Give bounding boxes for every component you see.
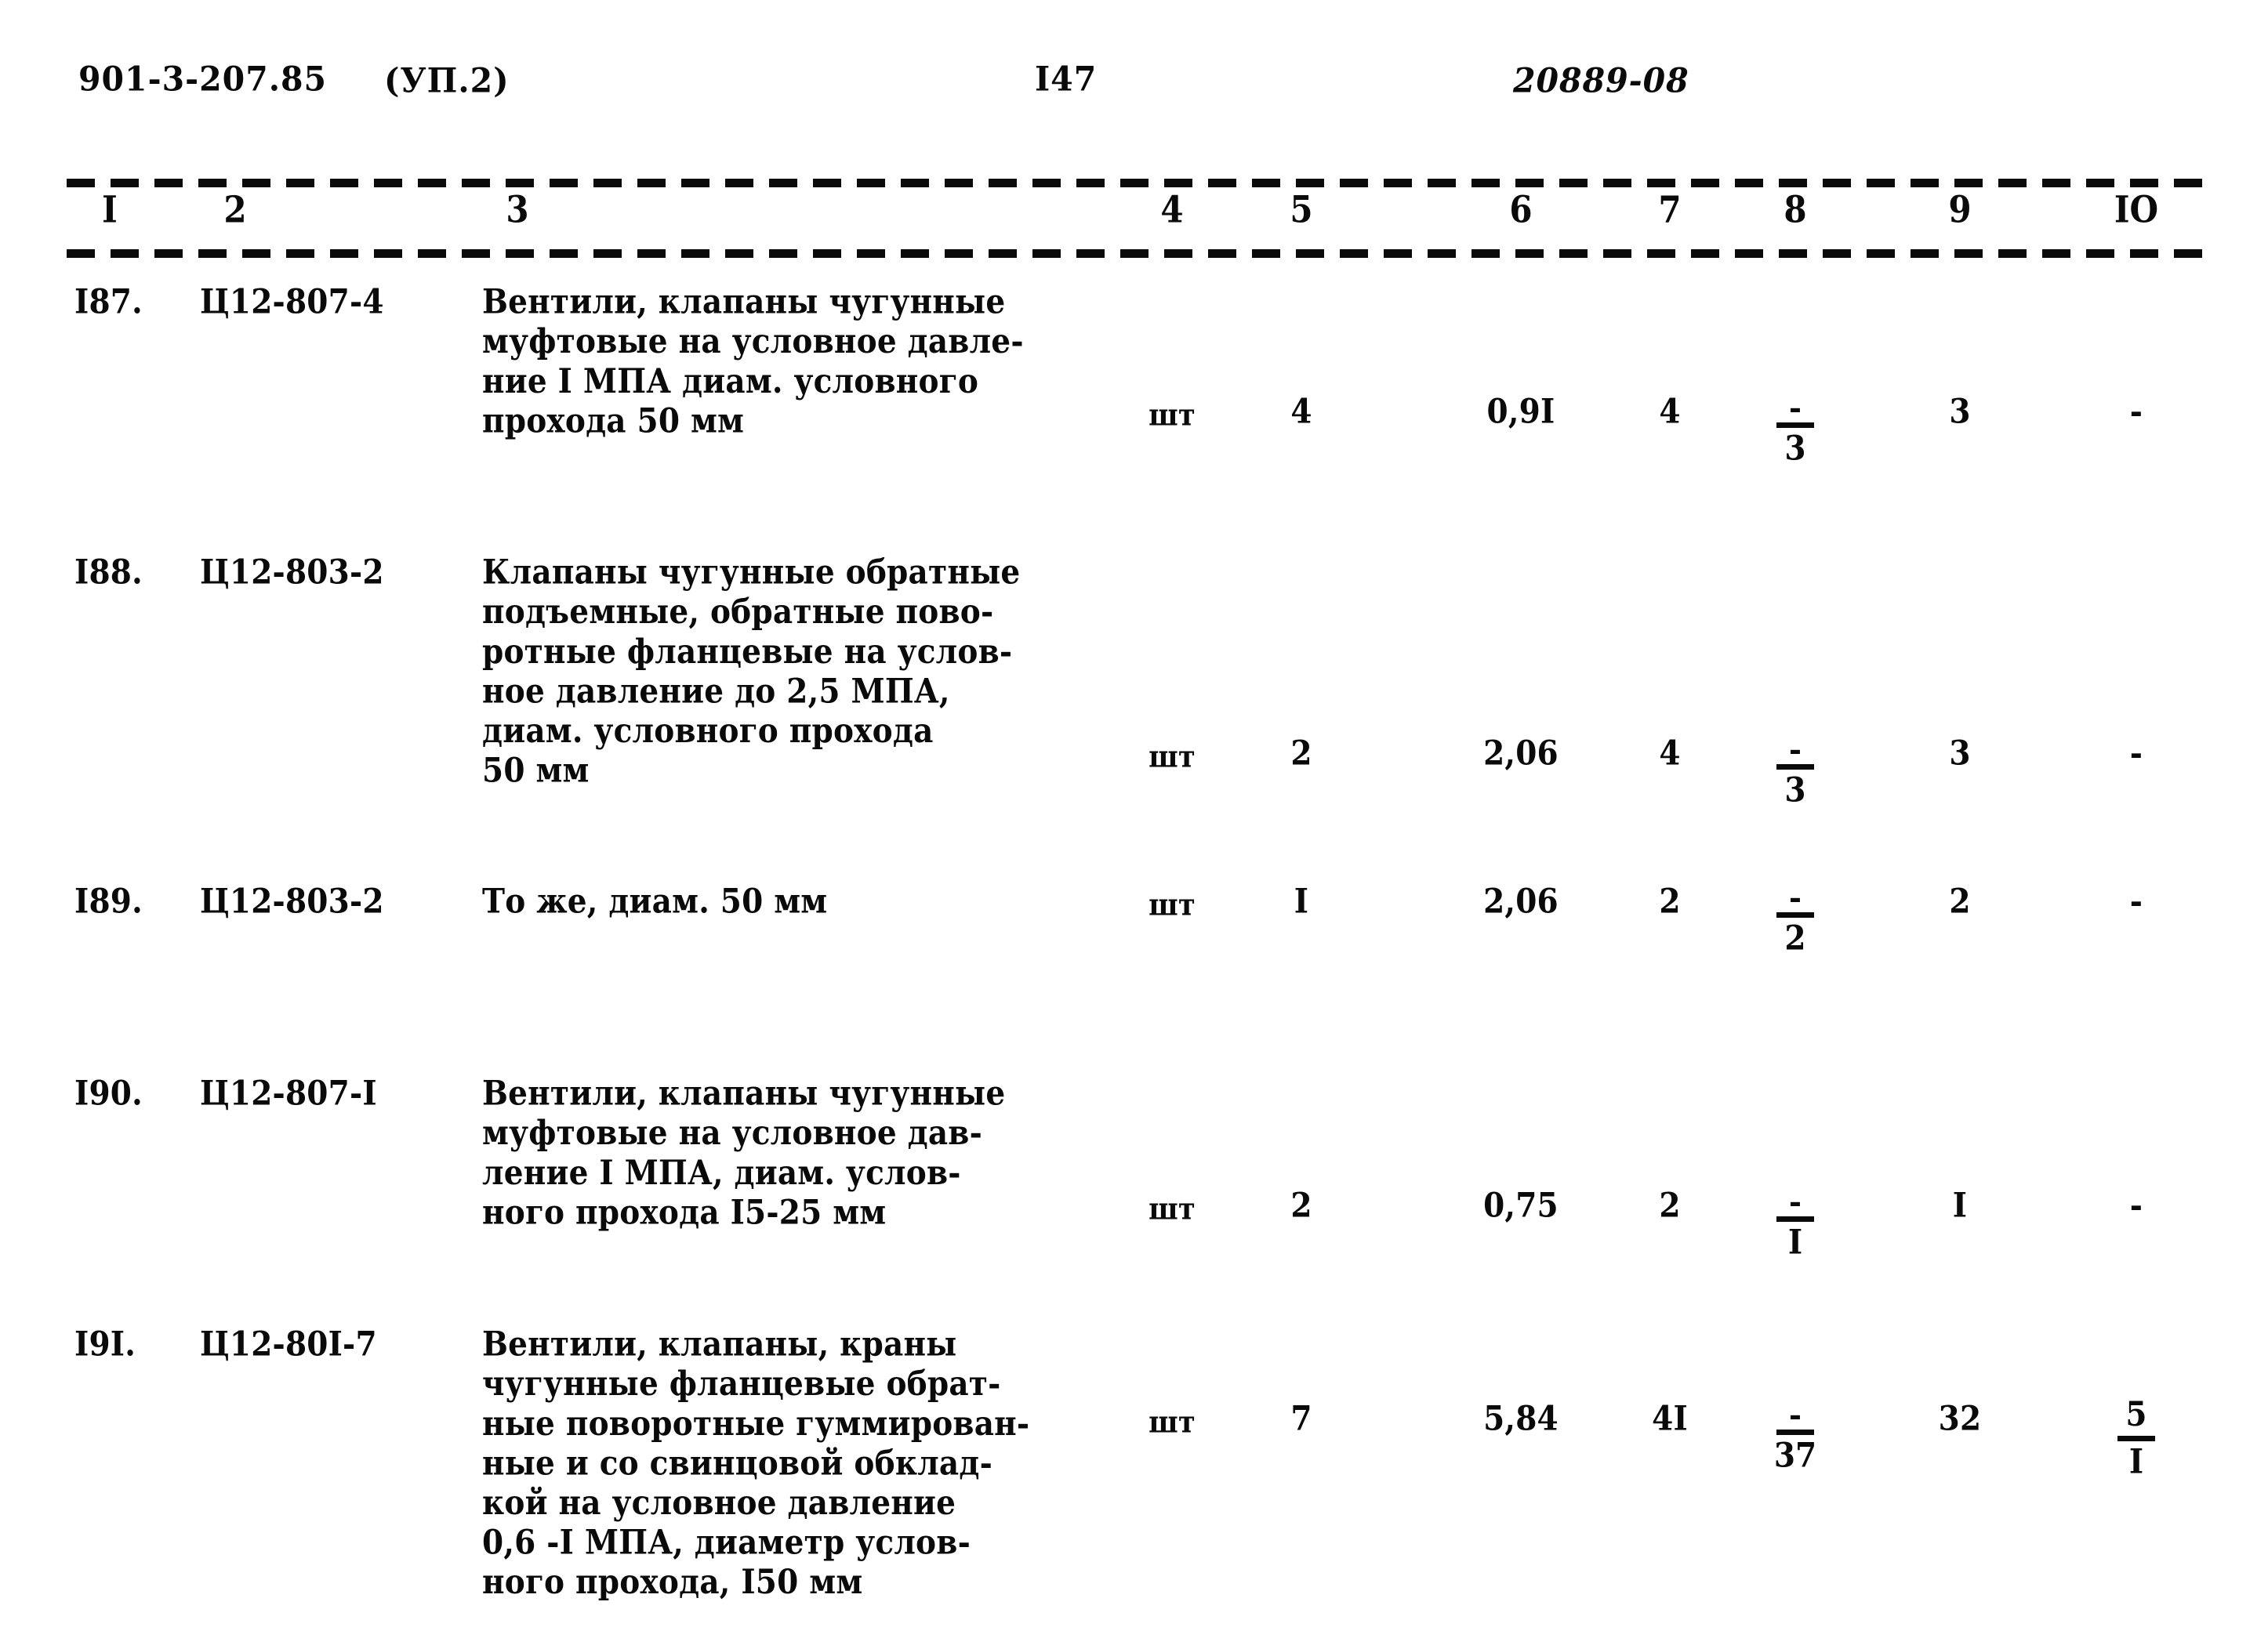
row-col7: 2 [1659, 882, 1681, 922]
row-col10: - [2129, 392, 2143, 432]
column-number-2: 2 [223, 188, 247, 231]
row-col8-denominator: 3 [1784, 428, 1806, 469]
row-col9: 32 [1938, 1399, 1982, 1439]
row-col8-fraction: - 2 [1736, 880, 1854, 959]
row-col9: I [1952, 1186, 1968, 1226]
archive-code: 20889-08 [1513, 60, 1689, 100]
fraction-bar [2117, 1436, 2155, 1441]
row-col8-numerator: - [1788, 732, 1802, 768]
row-item-code: Ц12-807-I [200, 1074, 377, 1114]
row-col6: 0,75 [1483, 1186, 1559, 1226]
row-col8-fraction: - 37 [1736, 1397, 1854, 1476]
table-row: I9I. Ц12-80I-7 Вентили, клапаны, краны ч… [0, 1325, 2268, 1602]
row-col9: 3 [1949, 734, 1971, 774]
column-number-3: 3 [506, 188, 529, 231]
row-col8-denominator: 3 [1784, 770, 1806, 810]
row-col10: - [2129, 1186, 2143, 1226]
row-number: I90. [74, 1074, 143, 1114]
scanned-document-page: 901-3-207.85 (УП.2) I47 20889-08 I 2 3 4… [0, 0, 2268, 1638]
table-row: I89. Ц12-803-2 То же, диам. 50 мм шт I 2… [0, 882, 2268, 1074]
row-col8-fraction: - I [1736, 1184, 1854, 1263]
column-number-5: 5 [1290, 188, 1313, 231]
column-number-9: 9 [1948, 188, 1972, 231]
row-number: I87. [74, 282, 143, 322]
column-number-1: I [102, 188, 118, 231]
row-description: То же, диам. 50 мм [482, 882, 828, 922]
row-col8-numerator: - [1788, 880, 1802, 916]
row-col8-numerator: - [1788, 1397, 1802, 1433]
row-col6: 2,06 [1483, 734, 1559, 774]
row-col9: 3 [1949, 392, 1971, 432]
row-col6: 5,84 [1483, 1399, 1559, 1439]
row-col6: 0,9I [1486, 392, 1555, 432]
row-col8-numerator: - [1788, 1184, 1802, 1220]
row-col5: 2 [1290, 1186, 1312, 1226]
row-col7: 4I [1652, 1399, 1688, 1439]
row-col10-denominator: I [2128, 1441, 2144, 1482]
row-description: Клапаны чугунные обратные подъемные, обр… [482, 553, 1021, 791]
row-item-code: Ц12-80I-7 [200, 1325, 377, 1364]
row-col7: 4 [1659, 734, 1681, 774]
row-col10: - [2129, 882, 2143, 922]
album-label: (УП.2) [384, 60, 510, 100]
row-col5: 2 [1290, 734, 1312, 774]
row-number: I88. [74, 553, 143, 593]
column-number-4: 4 [1160, 188, 1184, 231]
column-number-6: 6 [1509, 188, 1533, 231]
row-unit: шт [1149, 887, 1196, 923]
row-description: Вентили, клапаны чугунные муфтовые на ус… [482, 282, 1024, 441]
row-number: I89. [74, 882, 143, 922]
row-col8-denominator: I [1787, 1222, 1803, 1263]
row-col6: 2,06 [1483, 882, 1559, 922]
row-description: Вентили, клапаны чугунные муфтовые на ус… [482, 1074, 1006, 1233]
row-col9: 2 [1949, 882, 1971, 922]
row-col7: 2 [1659, 1186, 1681, 1226]
row-unit: шт [1149, 397, 1196, 433]
row-col8-fraction: - 3 [1736, 732, 1854, 810]
table-row: I88. Ц12-803-2 Клапаны чугунные обратные… [0, 553, 2268, 882]
row-col5: 7 [1290, 1399, 1312, 1439]
row-col5: I [1294, 882, 1309, 922]
page-number: I47 [1035, 59, 1098, 99]
column-number-8: 8 [1784, 188, 1807, 231]
column-number-10: IO [2114, 188, 2159, 231]
document-header: 901-3-207.85 (УП.2) I47 20889-08 [0, 59, 2268, 116]
row-unit: шт [1149, 739, 1196, 775]
row-col10-numerator: 5 [2125, 1394, 2147, 1435]
row-col10-fraction: 5 I [2074, 1394, 2199, 1482]
row-col8-denominator: 37 [1773, 1435, 1817, 1476]
row-description: Вентили, клапаны, краны чугунные фланцев… [482, 1325, 1030, 1603]
row-col10: - [2129, 734, 2143, 774]
row-unit: шт [1149, 1404, 1196, 1440]
row-col8-fraction: - 3 [1736, 390, 1854, 469]
table-row: I90. Ц12-807-I Вентили, клапаны чугунные… [0, 1074, 2268, 1325]
row-item-code: Ц12-803-2 [200, 553, 384, 593]
row-col5: 4 [1290, 392, 1312, 432]
row-item-code: Ц12-803-2 [200, 882, 384, 922]
table-row: I87. Ц12-807-4 Вентили, клапаны чугунные… [0, 282, 2268, 553]
row-col8-numerator: - [1788, 390, 1802, 426]
row-col7: 4 [1659, 392, 1681, 432]
series-code: 901-3-207.85 [78, 59, 328, 99]
row-item-code: Ц12-807-4 [200, 282, 384, 322]
row-number: I9I. [74, 1325, 136, 1364]
table-rule-bottom [67, 249, 2205, 258]
table-body: I87. Ц12-807-4 Вентили, клапаны чугунные… [0, 282, 2268, 1602]
row-unit: шт [1149, 1191, 1196, 1227]
row-col8-denominator: 2 [1784, 918, 1806, 959]
table-rule-top [67, 179, 2205, 187]
column-number-row: I 2 3 4 5 6 7 8 9 IO [0, 188, 2268, 249]
column-number-7: 7 [1658, 188, 1682, 231]
